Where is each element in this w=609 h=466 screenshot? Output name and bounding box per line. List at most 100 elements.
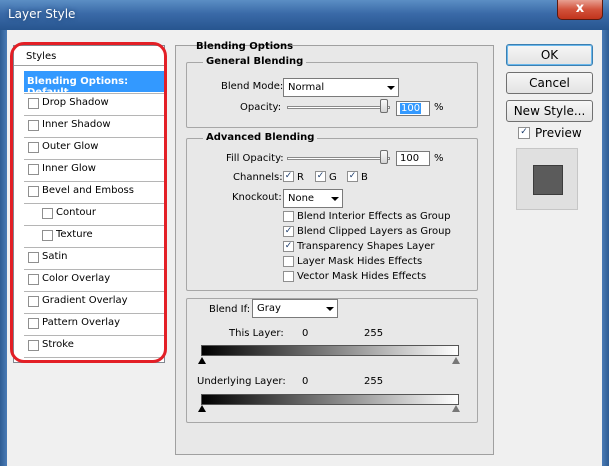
fill-opacity-unit: % <box>434 153 444 164</box>
blend-mode-select[interactable]: Normal <box>283 78 399 97</box>
close-button[interactable]: x <box>557 0 603 20</box>
blend-mode-value: Normal <box>288 82 325 93</box>
blend-if-select[interactable]: Gray <box>252 299 338 318</box>
underlying-layer-label: Underlying Layer: <box>197 376 286 387</box>
title-bar: Layer Style x <box>0 0 609 30</box>
inner-shadow-checkbox[interactable] <box>28 120 39 131</box>
style-item-texture[interactable]: Texture <box>14 225 164 246</box>
panel-title: Blending Options <box>196 41 294 52</box>
bevel-and-emboss-checkbox[interactable] <box>28 186 39 197</box>
style-item-label: Drop Shadow <box>42 97 109 108</box>
style-item-label: Contour <box>56 207 96 218</box>
this-layer-white-stop[interactable] <box>452 357 460 364</box>
style-item-label: Inner Shadow <box>42 119 111 130</box>
fill-opacity-slider-thumb[interactable] <box>380 150 388 164</box>
vector-mask-hides-label: Vector Mask Hides Effects <box>297 271 427 282</box>
style-item-stroke[interactable]: Stroke <box>14 335 164 356</box>
underlying-layer-min: 0 <box>302 376 309 387</box>
pattern-overlay-checkbox[interactable] <box>28 318 39 329</box>
underlying-layer-white-stop[interactable] <box>452 405 460 412</box>
knockout-value: None <box>288 193 315 204</box>
opacity-slider[interactable] <box>287 106 390 109</box>
blend-interior-checkbox[interactable] <box>283 211 294 222</box>
fill-opacity-label: Fill Opacity: <box>226 153 284 164</box>
style-item-inner-shadow[interactable]: Inner Shadow <box>14 115 164 136</box>
outer-glow-checkbox[interactable] <box>28 142 39 153</box>
opacity-slider-thumb[interactable] <box>380 99 388 113</box>
gradient-overlay-checkbox[interactable] <box>28 296 39 307</box>
channel-g-checkbox[interactable]: ✓ <box>315 171 326 182</box>
this-layer-min: 0 <box>302 328 309 339</box>
layer-mask-hides-label: Layer Mask Hides Effects <box>297 256 423 267</box>
styles-list: Styles Blending Options: Default Drop Sh… <box>13 45 165 363</box>
style-item-gradient-overlay[interactable]: Gradient Overlay <box>14 291 164 312</box>
blend-if-value: Gray <box>257 303 281 314</box>
general-blending-title: General Blending <box>203 56 307 67</box>
preview-label: Preview <box>535 126 582 140</box>
blend-interior-label: Blend Interior Effects as Group <box>297 211 451 222</box>
style-item-label: Satin <box>42 251 68 262</box>
style-item-contour[interactable]: Contour <box>14 203 164 224</box>
style-item-label: Gradient Overlay <box>42 295 128 306</box>
channel-g-label: G <box>329 172 337 183</box>
inner-glow-checkbox[interactable] <box>28 164 39 175</box>
chevron-down-icon <box>387 86 395 90</box>
window-frame-left <box>0 30 7 466</box>
channel-b-checkbox[interactable]: ✓ <box>347 171 358 182</box>
layer-mask-hides-checkbox[interactable] <box>283 256 294 267</box>
style-item-outer-glow[interactable]: Outer Glow <box>14 137 164 158</box>
knockout-select[interactable]: None <box>283 189 343 208</box>
fill-opacity-value: 100 <box>400 153 420 164</box>
style-item-label: Stroke <box>42 339 74 350</box>
knockout-label: Knockout: <box>232 192 282 203</box>
this-layer-gradient <box>201 345 459 356</box>
stroke-checkbox[interactable] <box>28 340 39 351</box>
style-item-pattern-overlay[interactable]: Pattern Overlay <box>14 313 164 334</box>
contour-checkbox[interactable] <box>42 208 53 219</box>
satin-checkbox[interactable] <box>28 252 39 263</box>
drop-shadow-checkbox[interactable] <box>28 98 39 109</box>
style-item-drop-shadow[interactable]: Drop Shadow <box>14 93 164 114</box>
texture-checkbox[interactable] <box>42 230 53 241</box>
opacity-label: Opacity: <box>240 102 282 113</box>
ok-button[interactable]: OK <box>506 44 593 66</box>
style-item-color-overlay[interactable]: Color Overlay <box>14 269 164 290</box>
style-item-label: Inner Glow <box>42 163 96 174</box>
opacity-unit: % <box>434 102 444 113</box>
style-item-bevel-and-emboss[interactable]: Bevel and Emboss <box>14 181 164 202</box>
window-frame-right <box>602 30 609 466</box>
style-item-label: Texture <box>56 229 93 240</box>
transparency-shapes-label: Transparency Shapes Layer <box>297 241 435 252</box>
style-item-blending-options[interactable]: Blending Options: Default <box>24 71 164 98</box>
preview-thumbnail <box>533 165 563 195</box>
blend-if-label: Blend If: <box>209 304 251 315</box>
advanced-blending-title: Advanced Blending <box>203 132 318 143</box>
preview-checkbox[interactable]: ✓ <box>518 127 530 139</box>
fill-opacity-input[interactable]: 100 <box>396 151 430 166</box>
underlying-layer-gradient <box>201 394 459 405</box>
style-item-satin[interactable]: Satin <box>14 247 164 268</box>
blend-clipped-checkbox[interactable]: ✓ <box>283 226 294 237</box>
fill-opacity-slider[interactable] <box>287 157 390 160</box>
cancel-button[interactable]: Cancel <box>506 72 593 94</box>
window-title: Layer Style <box>8 7 76 21</box>
style-item-label: Color Overlay <box>42 273 111 284</box>
chevron-down-icon <box>326 307 334 311</box>
color-overlay-checkbox[interactable] <box>28 274 39 285</box>
style-item-label: Outer Glow <box>42 141 99 152</box>
style-item-label: Pattern Overlay <box>42 317 121 328</box>
this-layer-black-stop[interactable] <box>198 357 206 364</box>
opacity-input[interactable]: 100 <box>396 101 430 116</box>
close-icon: x <box>575 1 585 16</box>
style-item-inner-glow[interactable]: Inner Glow <box>14 159 164 180</box>
channels-label: Channels: <box>233 172 283 183</box>
underlying-layer-black-stop[interactable] <box>198 405 206 412</box>
transparency-shapes-checkbox[interactable]: ✓ <box>283 241 294 252</box>
channel-r-label: R <box>297 172 304 183</box>
channel-r-checkbox[interactable]: ✓ <box>283 171 294 182</box>
preview-swatch <box>516 148 578 210</box>
new-style-button[interactable]: New Style... <box>506 100 593 122</box>
styles-header[interactable]: Styles <box>14 46 164 66</box>
vector-mask-hides-checkbox[interactable] <box>283 271 294 282</box>
opacity-value: 100 <box>400 103 422 114</box>
